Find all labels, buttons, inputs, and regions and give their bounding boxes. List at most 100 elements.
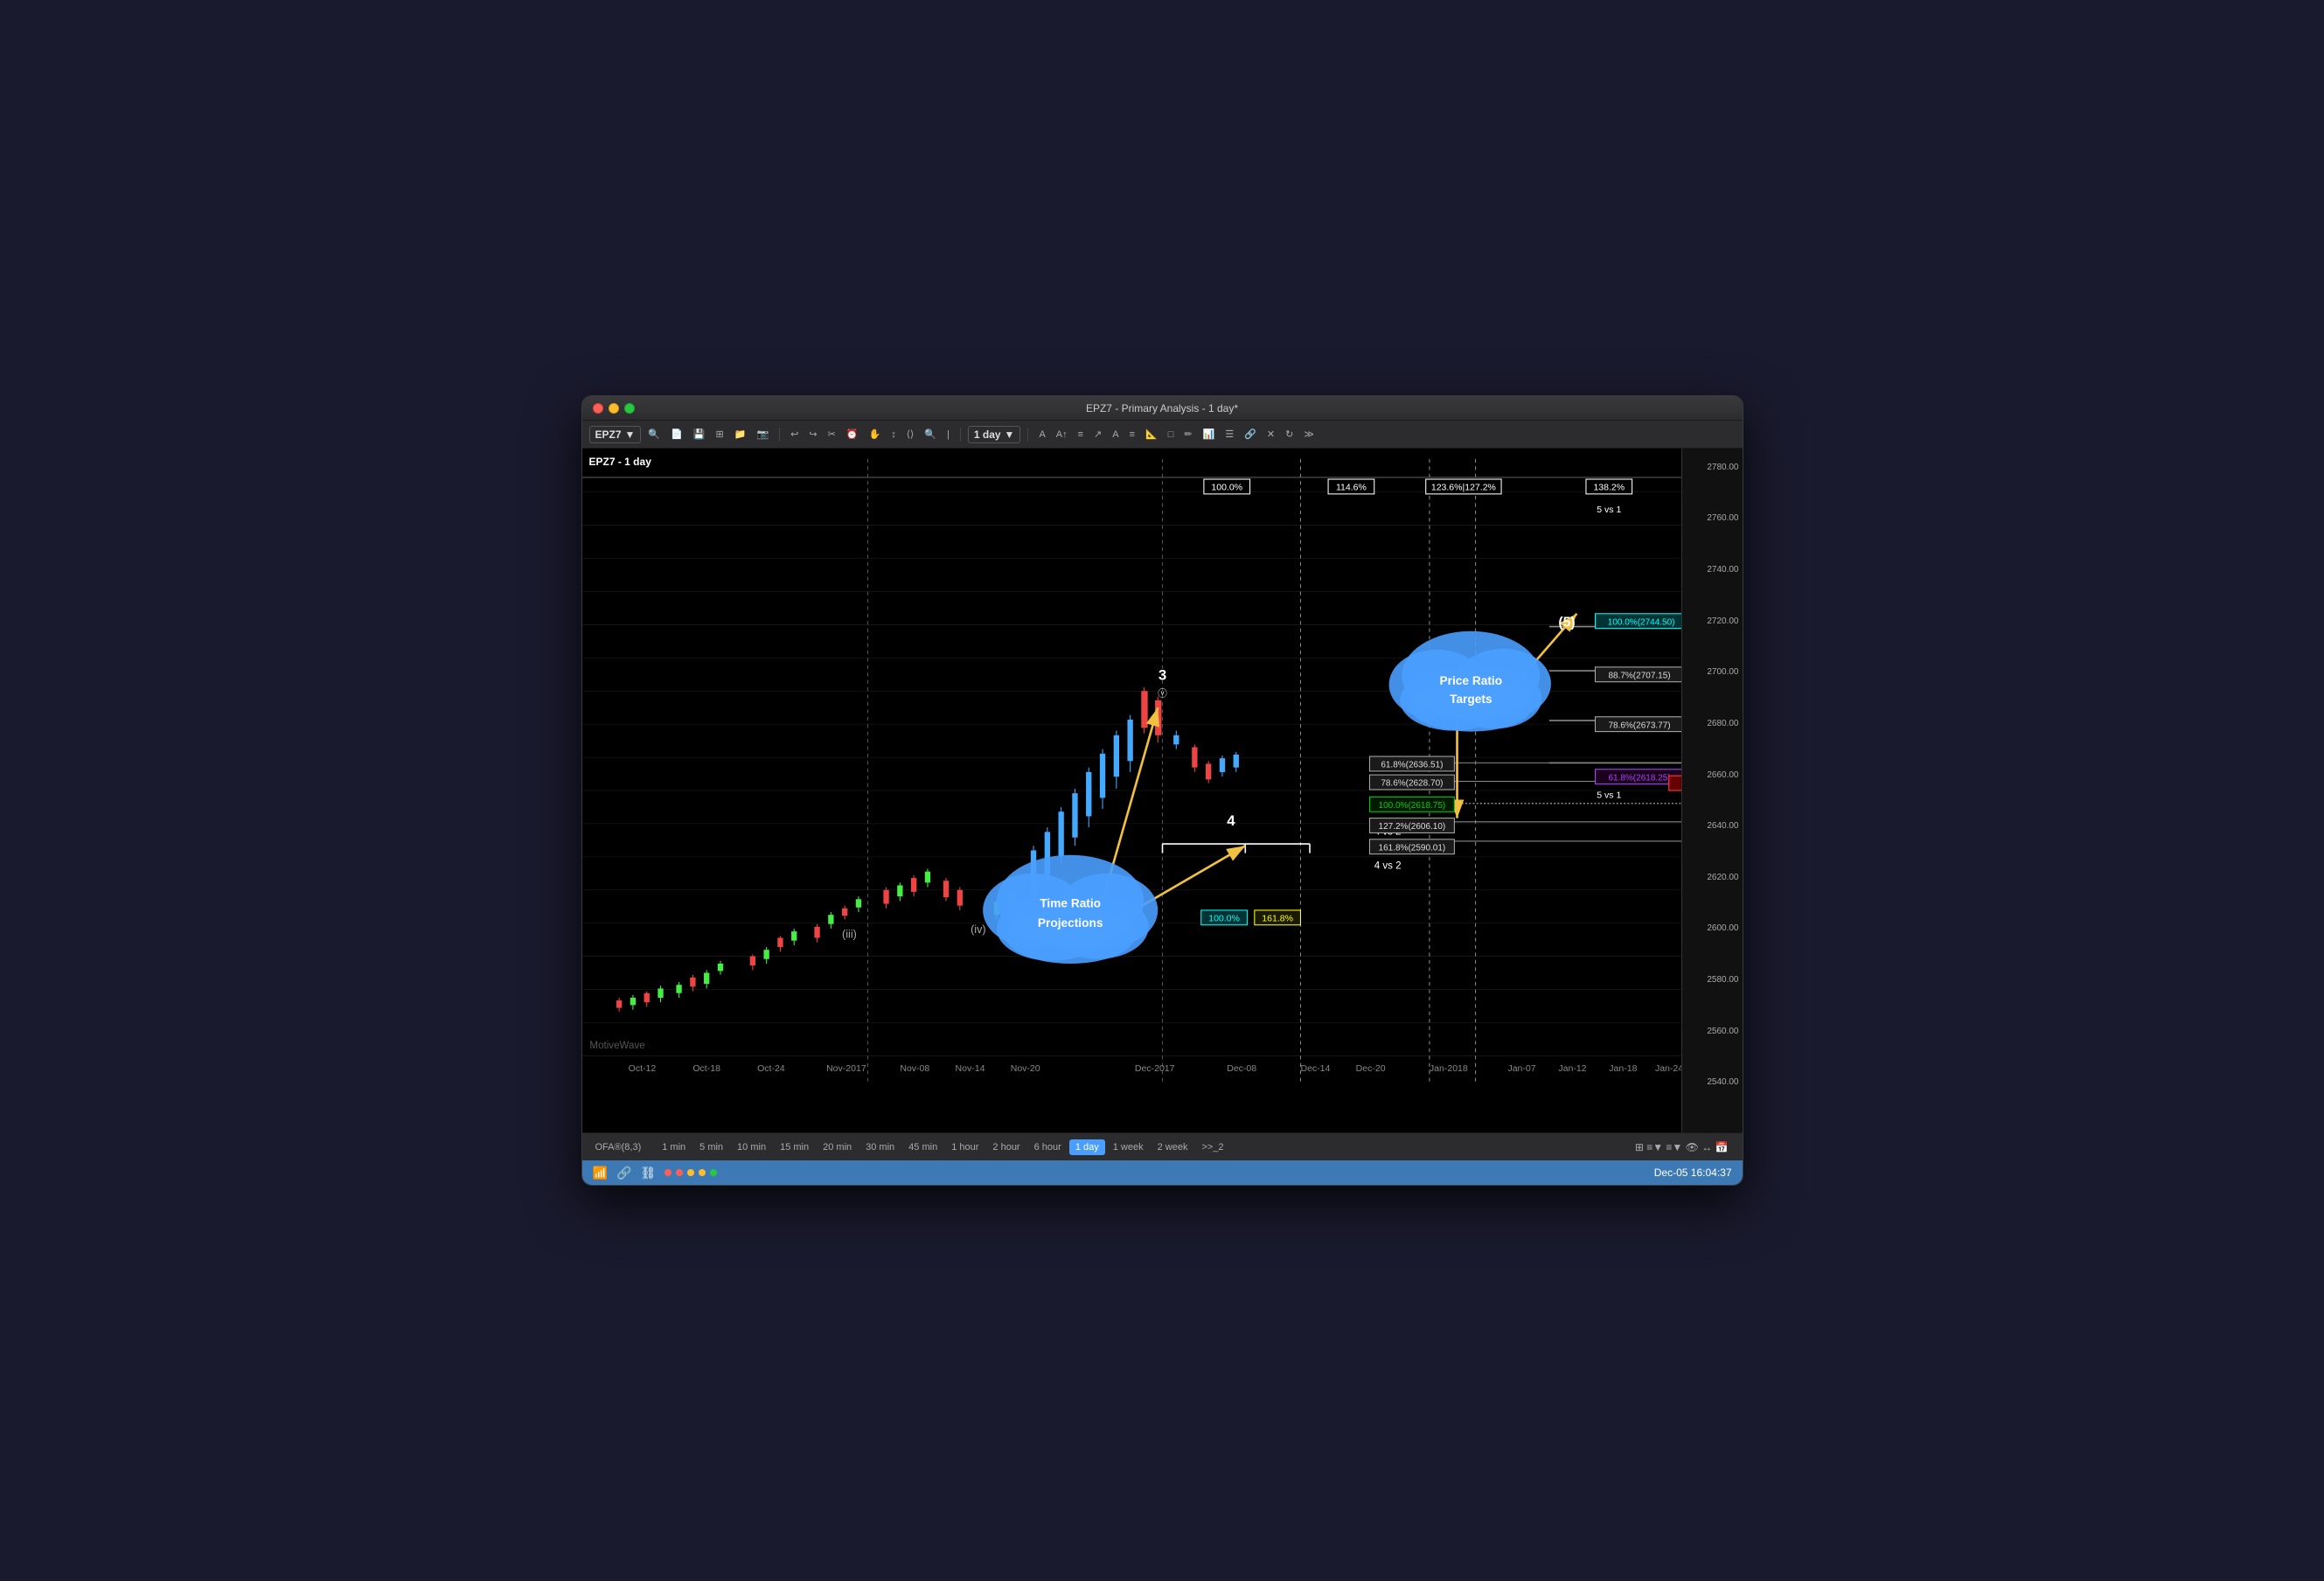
toolbar-more[interactable]: ≫ bbox=[1300, 427, 1318, 442]
svg-text:100.0%: 100.0% bbox=[1208, 914, 1240, 924]
dot-2 bbox=[676, 1169, 683, 1176]
status-dots bbox=[664, 1169, 717, 1176]
tf-5min[interactable]: 5 min bbox=[693, 1139, 729, 1155]
timeframe-dropdown[interactable]: 1 day ▼ bbox=[968, 426, 1021, 443]
toolbar-font-up[interactable]: A↑ bbox=[1053, 428, 1071, 442]
price-2620: 2620.00 bbox=[1707, 873, 1738, 882]
toolbar-scissors[interactable]: ✂ bbox=[825, 427, 839, 442]
toolbar-close[interactable]: ✕ bbox=[1263, 427, 1278, 442]
svg-text:161.8%: 161.8% bbox=[1262, 914, 1293, 924]
toolbar: EPZ7 ▼ 🔍 📄 💾 ⊞ 📁 📷 ↩ ↪ ✂ ⏰ ✋ ↕ ⟨⟩ 🔍 | 1 … bbox=[582, 421, 1743, 449]
toolbar-cursor[interactable]: | bbox=[943, 428, 953, 442]
svg-text:Targets: Targets bbox=[1450, 693, 1493, 706]
toolbar-menu[interactable]: ☰ bbox=[1221, 427, 1237, 442]
price-2720: 2720.00 bbox=[1707, 616, 1738, 626]
tf-1min[interactable]: 1 min bbox=[656, 1139, 692, 1155]
status-bar: 📶 🔗 ⛓ Dec-05 16:04:37 bbox=[582, 1160, 1743, 1185]
minimize-button[interactable] bbox=[609, 403, 619, 414]
toolbar-box[interactable]: □ bbox=[1165, 428, 1178, 442]
close-button[interactable] bbox=[593, 403, 603, 414]
traffic-lights bbox=[593, 403, 635, 414]
toolbar-zoom[interactable]: 🔍 bbox=[921, 427, 940, 442]
toolbar-font[interactable]: A bbox=[1035, 428, 1048, 442]
price-2560: 2560.00 bbox=[1707, 1027, 1738, 1036]
symbol-dropdown[interactable]: EPZ7 ▼ bbox=[589, 426, 642, 443]
svg-text:88.7%(2707.15): 88.7%(2707.15) bbox=[1608, 672, 1670, 681]
dot-1 bbox=[664, 1169, 671, 1176]
tf-more[interactable]: >>_2 bbox=[1195, 1139, 1229, 1155]
tf-2hour[interactable]: 2 hour bbox=[986, 1139, 1026, 1155]
toolbar-arrow[interactable]: ↗ bbox=[1090, 427, 1105, 442]
tf-15min[interactable]: 15 min bbox=[774, 1139, 815, 1155]
chart-svg: (iii) bbox=[582, 449, 1743, 1132]
toolbar-lines[interactable]: ≡ bbox=[1075, 428, 1087, 442]
toolbar-pen[interactable]: ✏ bbox=[1180, 427, 1195, 442]
svg-text:(iv): (iv) bbox=[971, 923, 986, 936]
price-2760: 2760.00 bbox=[1707, 513, 1738, 523]
timeframe-arrow: ▼ bbox=[1005, 428, 1015, 441]
svg-text:Nov-2017: Nov-2017 bbox=[826, 1063, 866, 1074]
bottom-timeframe-bar: OFA®(8,3) 1 min 5 min 10 min 15 min 20 m… bbox=[582, 1132, 1743, 1160]
tf-1week[interactable]: 1 week bbox=[1107, 1139, 1150, 1155]
toolbar-folder[interactable]: 📁 bbox=[731, 427, 750, 442]
svg-text:Time Ratio: Time Ratio bbox=[1040, 897, 1101, 910]
svg-text:123.6%|127.2%: 123.6%|127.2% bbox=[1430, 483, 1495, 493]
chain-icon: ⛓ bbox=[640, 1166, 656, 1181]
toolbar-save[interactable]: 💾 bbox=[690, 427, 709, 442]
tf-2week[interactable]: 2 week bbox=[1152, 1139, 1194, 1155]
svg-text:4: 4 bbox=[1227, 812, 1235, 829]
toolbar-search[interactable]: 🔍 bbox=[644, 427, 664, 442]
toolbar-redo[interactable]: ↪ bbox=[805, 427, 820, 442]
chart-container: EPZ7 - 1 day bbox=[582, 449, 1743, 1132]
toolbar-ruler[interactable]: 📐 bbox=[1142, 427, 1161, 442]
toolbar-undo[interactable]: ↩ bbox=[787, 427, 802, 442]
toolbar-text[interactable]: A bbox=[1109, 428, 1122, 442]
toolbar-settings[interactable]: ⊞ bbox=[713, 427, 727, 442]
status-left: 📶 🔗 ⛓ bbox=[593, 1166, 718, 1181]
svg-text:Nov-08: Nov-08 bbox=[900, 1063, 929, 1074]
svg-text:61.8%(2618.25): 61.8%(2618.25) bbox=[1608, 773, 1670, 783]
toolbar-refresh[interactable]: ↻ bbox=[1282, 427, 1297, 442]
timeframe-label: 1 day bbox=[974, 428, 1001, 441]
svg-text:78.6%(2673.77): 78.6%(2673.77) bbox=[1608, 721, 1670, 730]
maximize-button[interactable] bbox=[624, 403, 635, 414]
svg-text:100.0%(2744.50): 100.0%(2744.50) bbox=[1607, 617, 1674, 627]
price-2540: 2540.00 bbox=[1707, 1077, 1738, 1087]
toolbar-link[interactable]: 🔗 bbox=[1241, 427, 1260, 442]
svg-text:(5): (5) bbox=[1558, 616, 1575, 630]
tf-1day[interactable]: 1 day bbox=[1069, 1139, 1105, 1155]
tf-45min[interactable]: 45 min bbox=[902, 1139, 943, 1155]
svg-text:4 vs 2: 4 vs 2 bbox=[1374, 861, 1401, 872]
svg-text:127.2%(2606.10): 127.2%(2606.10) bbox=[1378, 822, 1445, 832]
svg-text:MotiveWave: MotiveWave bbox=[589, 1041, 644, 1051]
svg-text:Price Ratio: Price Ratio bbox=[1439, 674, 1502, 687]
tf-10min[interactable]: 10 min bbox=[731, 1139, 772, 1155]
tf-6hour[interactable]: 6 hour bbox=[1028, 1139, 1068, 1155]
tf-1hour[interactable]: 1 hour bbox=[945, 1139, 985, 1155]
toolbar-alarm[interactable]: ⏰ bbox=[843, 427, 862, 442]
svg-text:100.0%(2618.75): 100.0%(2618.75) bbox=[1378, 801, 1445, 811]
toolbar-camera[interactable]: 📷 bbox=[753, 427, 772, 442]
svg-text:Jan-18: Jan-18 bbox=[1609, 1063, 1637, 1074]
status-timestamp: Dec-05 16:04:37 bbox=[1654, 1167, 1732, 1179]
dot-5 bbox=[710, 1169, 717, 1176]
tf-20min[interactable]: 20 min bbox=[817, 1139, 858, 1155]
price-2780: 2780.00 bbox=[1707, 463, 1738, 472]
symbol-label: EPZ7 bbox=[595, 428, 622, 441]
ofa-label: OFA®(8,3) bbox=[589, 1139, 648, 1155]
toolbar-grid[interactable]: ≡ bbox=[1126, 428, 1138, 442]
svg-text:100.0%: 100.0% bbox=[1211, 483, 1242, 493]
chart-symbol-label: EPZ7 - 1 day bbox=[589, 456, 651, 468]
toolbar-bracket[interactable]: ⟨⟩ bbox=[903, 427, 918, 442]
price-2640: 2640.00 bbox=[1707, 821, 1738, 831]
toolbar-arrows[interactable]: ↕ bbox=[887, 428, 900, 442]
tf-30min[interactable]: 30 min bbox=[859, 1139, 901, 1155]
toolbar-hand[interactable]: ✋ bbox=[866, 427, 885, 442]
svg-text:Nov-20: Nov-20 bbox=[1010, 1063, 1040, 1074]
svg-text:Dec-2017: Dec-2017 bbox=[1134, 1063, 1174, 1074]
chart-main[interactable]: EPZ7 - 1 day bbox=[582, 449, 1743, 1132]
price-2580: 2580.00 bbox=[1707, 975, 1738, 985]
mac-window: EPZ7 - Primary Analysis - 1 day* EPZ7 ▼ … bbox=[581, 395, 1743, 1186]
toolbar-new[interactable]: 📄 bbox=[667, 427, 686, 442]
toolbar-chart[interactable]: 📊 bbox=[1200, 427, 1219, 442]
